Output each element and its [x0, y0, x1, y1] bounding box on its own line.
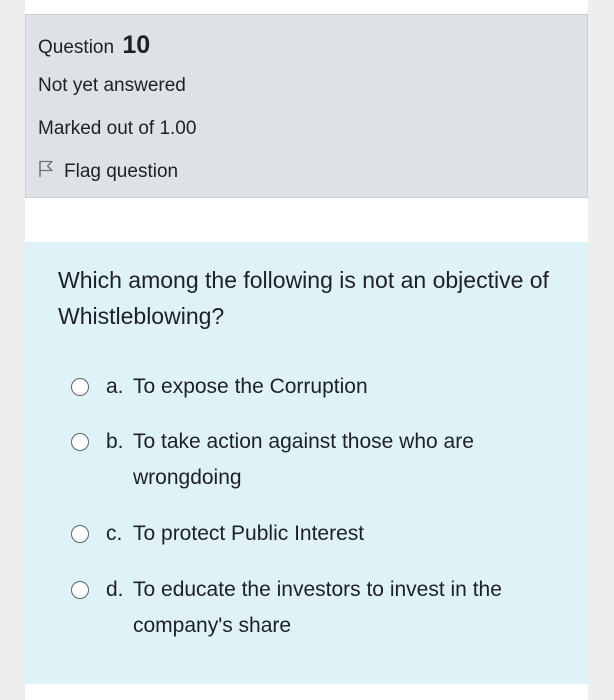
- answer-option-a[interactable]: a. To expose the Corruption: [71, 369, 551, 405]
- answer-letter: c.: [106, 522, 123, 545]
- answer-text: To expose the Corruption: [133, 375, 368, 398]
- question-title-prefix: Question: [38, 37, 115, 58]
- answer-option-c[interactable]: c. To protect Public Interest: [71, 516, 551, 552]
- radio-icon[interactable]: [71, 525, 89, 543]
- answer-text: To educate the investors to invest in th…: [133, 578, 502, 637]
- answer-letter: b.: [106, 430, 124, 453]
- answer-letter: d.: [106, 578, 124, 601]
- question-title: Question 10: [38, 31, 150, 60]
- question-grade: Marked out of 1.00: [38, 118, 197, 139]
- flag-icon: [38, 160, 64, 184]
- panel-separator: [25, 198, 588, 242]
- radio-icon[interactable]: [71, 433, 89, 451]
- top-strip: [25, 0, 588, 14]
- question-text: Which among the following is not an obje…: [58, 267, 549, 329]
- answer-option-d[interactable]: d. To educate the investors to invest in…: [71, 572, 551, 644]
- answer-letter: a.: [106, 375, 124, 398]
- radio-icon[interactable]: [71, 581, 89, 599]
- question-state: Not yet answered: [38, 75, 186, 96]
- question-info-panel: Question 10 Not yet answered Marked out …: [25, 14, 588, 198]
- flag-question-label: Flag question: [64, 161, 179, 182]
- bottom-strip: [25, 684, 588, 700]
- answer-text: To protect Public Interest: [133, 522, 365, 545]
- answer-option-b[interactable]: b. To take action against those who are …: [71, 424, 551, 496]
- radio-icon[interactable]: [71, 378, 89, 396]
- flag-question-button[interactable]: Flag question: [38, 160, 178, 184]
- question-formulation: Which among the following is not an obje…: [25, 242, 588, 684]
- question-number: 10: [122, 31, 151, 59]
- answer-text: To take action against those who are wro…: [133, 430, 474, 489]
